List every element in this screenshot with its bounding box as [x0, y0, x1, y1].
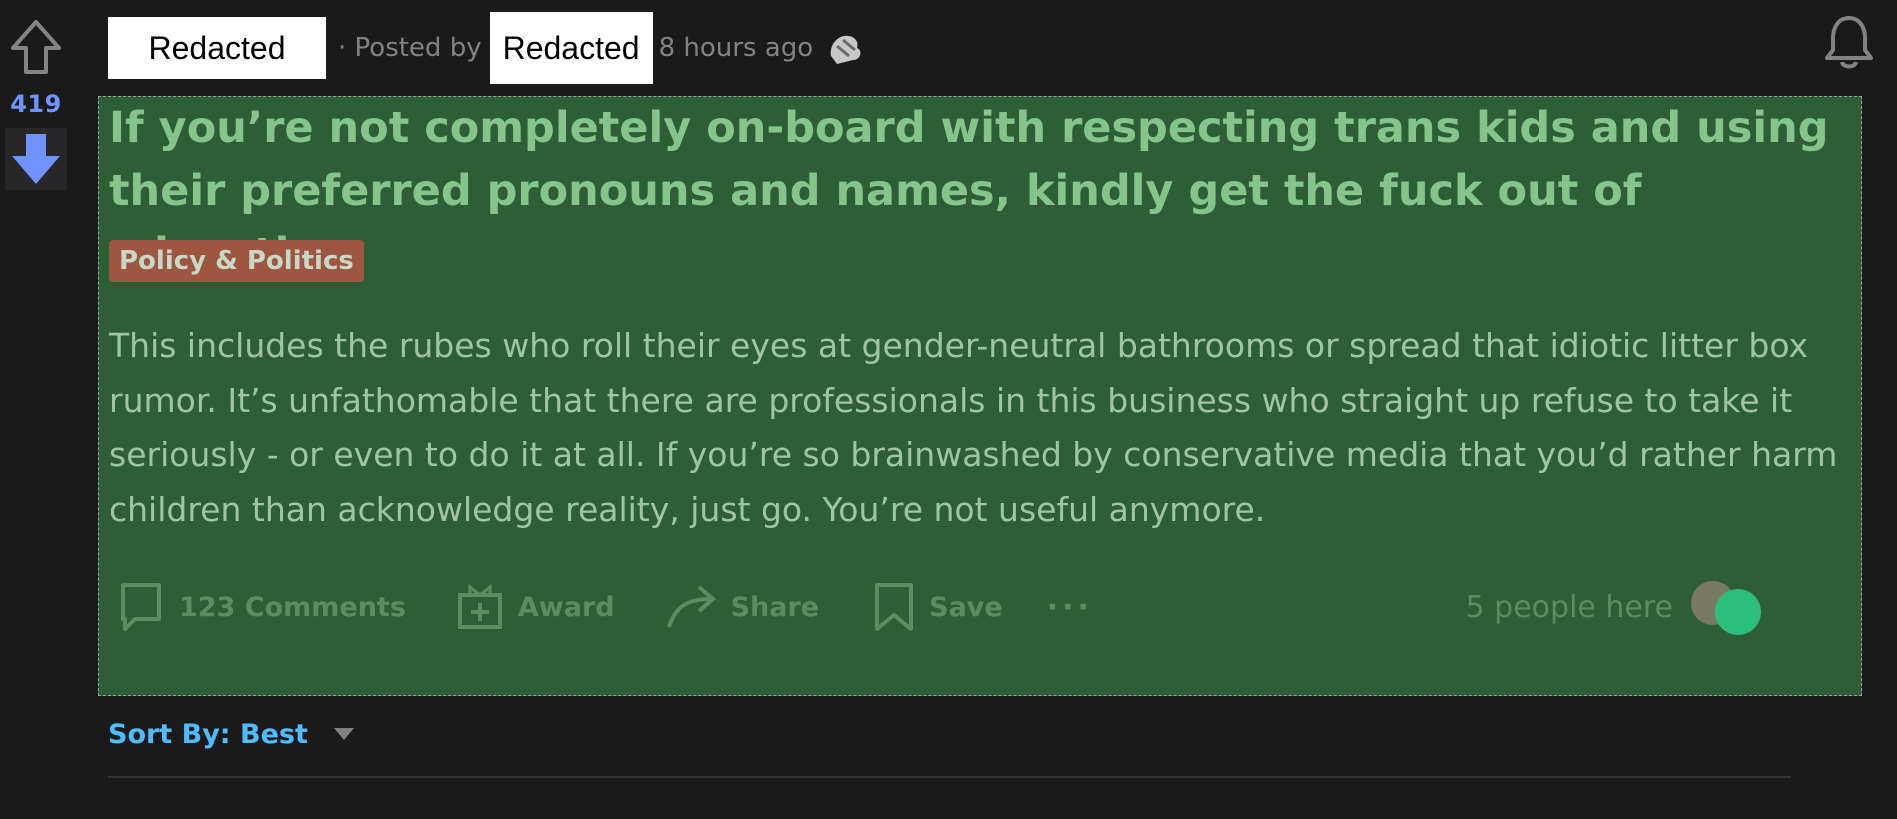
comment-bubble-icon	[121, 583, 161, 631]
award-label: Award	[517, 591, 615, 623]
posted-by-label: · Posted by	[338, 33, 482, 63]
post-content[interactable]: If you’re not completely on-board with r…	[98, 96, 1862, 696]
share-label: Share	[730, 591, 820, 623]
post-body: This includes the rubes who roll their e…	[109, 326, 1838, 529]
redacted-subreddit: Redacted	[108, 17, 326, 79]
save-button[interactable]: Save	[873, 581, 1003, 633]
comments-button[interactable]: 123 Comments	[117, 581, 406, 633]
sort-label: Sort By: Best	[108, 718, 308, 750]
vote-score: 419	[10, 90, 62, 118]
post-flair[interactable]: Policy & Politics	[109, 240, 364, 282]
redacted-username: Redacted	[489, 12, 653, 84]
bookmark-icon	[875, 583, 914, 631]
post-meta-row: Redacted · Posted by Redacted 8 hours ag…	[108, 12, 1897, 84]
award-badge-icon[interactable]	[823, 26, 867, 70]
comments-label: 123 Comments	[179, 591, 406, 623]
sort-dropdown[interactable]: Sort By: Best	[108, 712, 354, 756]
avatar	[1715, 589, 1761, 635]
viewer-avatars	[1691, 579, 1771, 635]
bell-icon[interactable]	[1821, 12, 1877, 72]
post-timestamp[interactable]: 8 hours ago	[659, 33, 814, 63]
more-options-button[interactable]: ···	[1047, 590, 1093, 625]
award-button[interactable]: Award	[456, 583, 615, 631]
downvote-button[interactable]	[5, 128, 67, 190]
vote-column: 419	[0, 0, 72, 230]
gift-icon	[457, 583, 502, 629]
share-button[interactable]: Share	[665, 583, 820, 631]
share-arrow-icon	[666, 585, 716, 628]
arrow-down-filled-icon	[12, 134, 60, 184]
save-label: Save	[929, 591, 1003, 623]
arrow-up-outline-icon[interactable]	[9, 18, 63, 76]
caret-down-icon	[333, 728, 354, 740]
people-here-label: 5 people here	[1465, 589, 1673, 625]
people-here: 5 people here	[1466, 577, 1771, 637]
divider	[108, 776, 1791, 778]
post-title[interactable]: If you’re not completely on-board with r…	[109, 97, 1854, 286]
